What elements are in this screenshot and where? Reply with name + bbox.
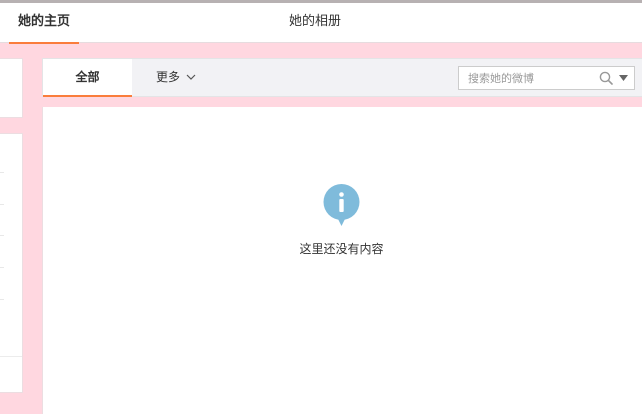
tab-all[interactable]: 全部 [43, 59, 132, 97]
feed-tabbar: 全部 更多 [42, 58, 642, 97]
search-input[interactable] [459, 67, 591, 89]
chevron-down-icon [186, 74, 196, 80]
sidebar-card-top [0, 58, 23, 118]
empty-message: 这里还没有内容 [299, 242, 384, 256]
info-icon [323, 184, 360, 226]
search-icon[interactable] [599, 71, 613, 85]
list-divider [0, 267, 4, 268]
profile-nav: 她的主页 她的相册 [0, 3, 642, 44]
list-divider [0, 235, 4, 236]
tab-home[interactable]: 她的主页 [9, 3, 79, 44]
list-divider [0, 204, 4, 205]
feed-content: 这里还没有内容 [42, 107, 642, 414]
list-divider [0, 172, 4, 173]
caret-down-icon[interactable] [619, 75, 628, 81]
feed-search-box [458, 66, 635, 90]
tab-more[interactable]: 更多 [156, 59, 196, 97]
tab-more-label: 更多 [156, 70, 181, 84]
tab-albums[interactable]: 她的相册 [289, 3, 353, 43]
list-divider [0, 299, 4, 300]
sidebar-card-list [0, 133, 23, 393]
feed-panel: 全部 更多 这里还没有内容 [42, 58, 642, 414]
section-divider [0, 356, 22, 357]
